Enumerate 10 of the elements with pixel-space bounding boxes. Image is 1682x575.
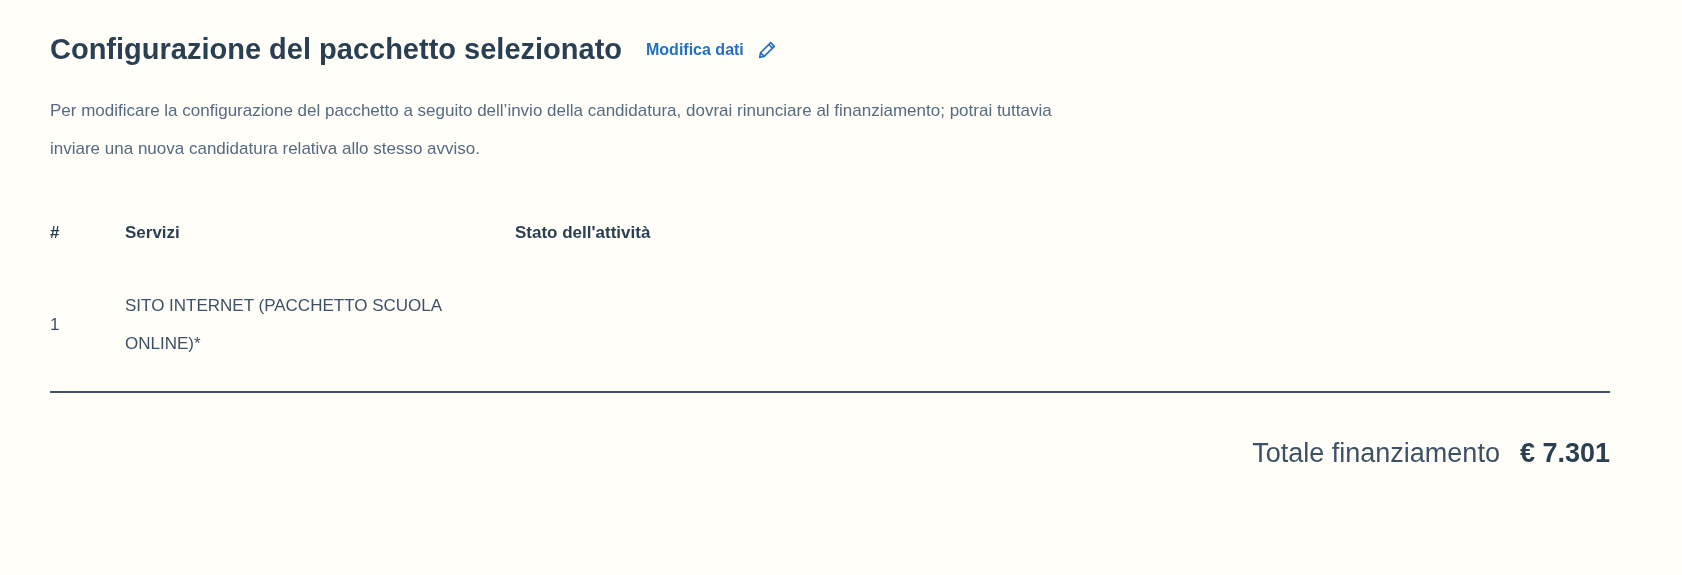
- column-header: Stato dell'attività: [515, 221, 652, 244]
- column-header: #: [50, 221, 61, 244]
- table-cell-text: SITO INTERNET (PACCHETTO SCUOLA ONLINE)*: [125, 295, 443, 355]
- table-cell-text: 1: [50, 314, 61, 336]
- edit-data-link[interactable]: Modifica dati: [646, 37, 778, 62]
- total-label: Totale finanziamento: [1252, 437, 1500, 470]
- description-paragraph: Per modificare la configurazione del pacchetto a seguito dell’invio della candidatura, dovrai rinunciare al finanziamento; potrai tuttavia inviare una nuova candidatura relativa allo stesso avviso.: [50, 99, 1053, 160]
- column-header: Servizi: [125, 221, 181, 244]
- page-title: Configurazione del pacchetto selezionato: [50, 32, 622, 67]
- total-value: € 7.301: [1519, 437, 1610, 470]
